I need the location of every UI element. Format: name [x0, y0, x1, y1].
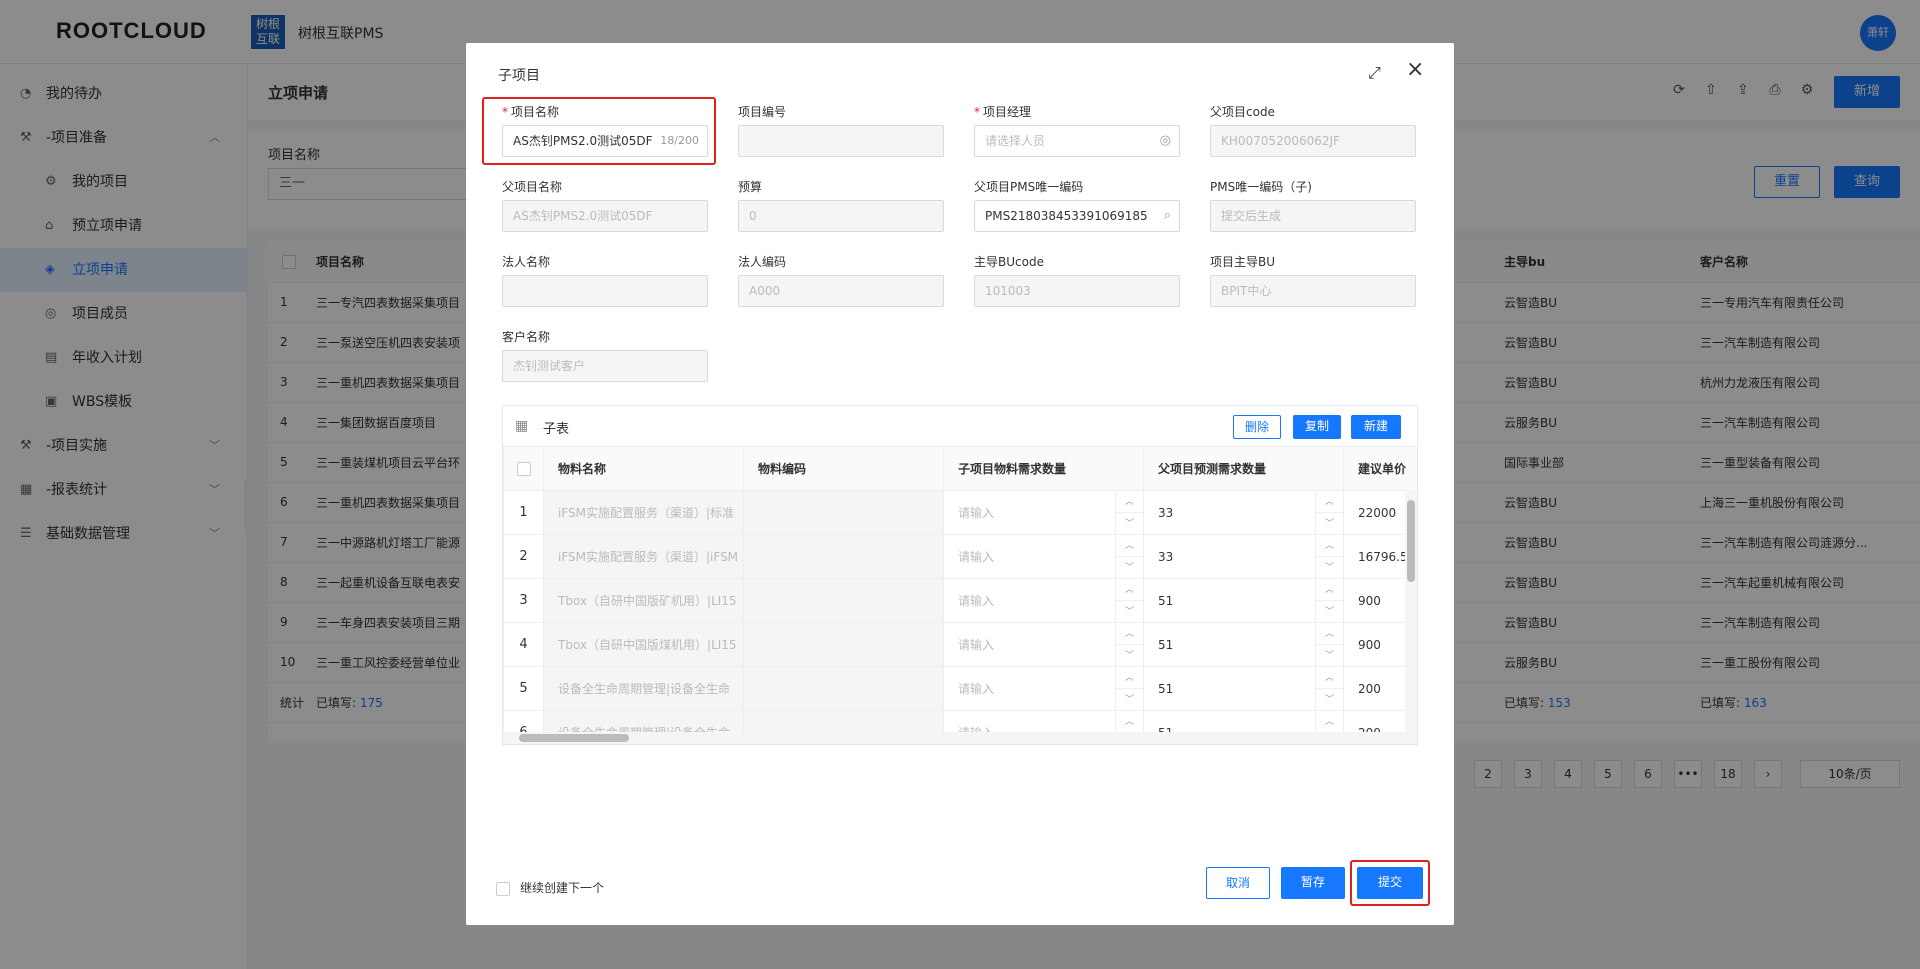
sub-table-row[interactable]: 6 设备全生命周期管理|设备全生命 请输入︿﹀ 51︿﹀ 200	[503, 710, 1417, 734]
sub-table-grid: 物料名称 物料编码 子项目物料需求数量 父项目预测需求数量 建议单价 1 iFS…	[503, 446, 1417, 734]
add-row-button[interactable]: 新建	[1351, 415, 1401, 439]
chevron-down-icon: ﹀	[1324, 519, 1334, 529]
stepper: ︿﹀	[1115, 491, 1143, 534]
highlight-submit	[1350, 860, 1430, 906]
continue-create-checkbox[interactable]: 继续创建下一个	[496, 879, 604, 896]
chevron-up-icon: ︿	[1316, 624, 1343, 645]
parent-code-input: KH007052006062JF	[1210, 125, 1416, 157]
budget-input: 0	[738, 200, 944, 232]
parent-qty-input[interactable]: 51︿﹀	[1143, 666, 1344, 711]
chevron-down-icon: ﹀	[1324, 651, 1334, 661]
table-icon: ▦	[515, 418, 529, 434]
sub-table-row[interactable]: 2 iFSM实施配置服务（渠道）|iFSM 请输入 ︿ ﹀ 33 ︿ ﹀ 16796.5	[503, 534, 1417, 579]
project-manager-select[interactable]: 请选择人员 ◎	[974, 125, 1180, 157]
stepper: ︿﹀	[1115, 711, 1143, 734]
sub-table-row[interactable]: 3 Tbox（自研中国版矿机用）|LI15 请输入 ︿ ﹀ 51 ︿ ﹀ 900	[503, 578, 1417, 623]
stepper: ︿﹀	[1315, 535, 1343, 578]
chevron-down-icon: ﹀	[1124, 695, 1134, 705]
col-parent-qty: 父项目预测需求数量	[1143, 446, 1344, 491]
stepper: ︿﹀	[1315, 667, 1343, 710]
project-no-input	[738, 125, 944, 157]
sub-table-row[interactable]: 5 设备全生命周期管理|设备全生命 请输入 ︿ ﹀ 51 ︿ ﹀ 200	[503, 666, 1417, 711]
stepper: ︿﹀	[1315, 711, 1343, 734]
parent-name-input: AS杰钊PMS2.0测试05DF	[502, 200, 708, 232]
qty-input[interactable]: 请输入︿﹀	[943, 666, 1144, 711]
cancel-button[interactable]: 取消	[1206, 867, 1270, 899]
col-sub-qty: 子项目物料需求数量	[943, 446, 1144, 491]
parent-qty-input[interactable]: 51︿﹀	[1143, 578, 1344, 623]
legal-name-input	[502, 275, 708, 307]
qty-input[interactable]: 请输入︿﹀	[943, 534, 1144, 579]
chevron-up-icon: ︿	[1316, 668, 1343, 689]
chevron-up-icon: ︿	[1316, 536, 1343, 557]
qty-input[interactable]: 请输入︿﹀	[943, 578, 1144, 623]
qty-input[interactable]: 请输入︿﹀	[943, 710, 1144, 734]
sub-project-modal: 子项目 ⤢ × * 项目名称 AS杰钊PMS2.0测试05DF 18/200 项目编…	[466, 43, 1454, 925]
delete-button[interactable]: 删除	[1233, 415, 1281, 439]
chevron-up-icon: ︿	[1116, 492, 1143, 513]
stepper: ︿﹀	[1315, 491, 1343, 534]
chevron-down-icon: ﹀	[1124, 607, 1134, 617]
qty-input[interactable]: 请输入︿﹀	[943, 622, 1144, 667]
vertical-scrollbar[interactable]	[1405, 490, 1417, 734]
parent-qty-input[interactable]: 51︿﹀	[1143, 622, 1344, 667]
copy-button[interactable]: 复制	[1293, 415, 1341, 439]
chevron-up-icon: ︿	[1316, 580, 1343, 601]
chevron-up-icon: ︿	[1116, 624, 1143, 645]
qty-input[interactable]: 请输入︿﹀	[943, 490, 1144, 535]
sub-table-title: 子表	[543, 422, 570, 437]
stepper: ︿﹀	[1315, 623, 1343, 666]
stepper: ︿﹀	[1115, 579, 1143, 622]
modal-title: 子项目	[498, 68, 540, 84]
save-draft-button[interactable]: 暂存	[1281, 867, 1345, 899]
search-icon: ⌕	[1163, 208, 1171, 223]
parent-qty-input[interactable]: 51︿﹀	[1143, 710, 1344, 734]
col-material-name: 物料名称	[543, 446, 744, 491]
sub-select-all-checkbox[interactable]	[516, 461, 531, 476]
horizontal-scrollbar[interactable]	[503, 732, 1417, 744]
stepper: ︿﹀	[1115, 667, 1143, 710]
customer-input: 杰钊测试客户	[502, 350, 708, 382]
legal-code-input: A000	[738, 275, 944, 307]
col-unit-price: 建议单价	[1343, 446, 1417, 491]
parent-qty-input[interactable]: 33 ︿ ﹀	[1143, 534, 1344, 579]
stepper: ︿﹀	[1115, 623, 1143, 666]
fullscreen-icon[interactable]: ⤢	[1368, 63, 1381, 83]
stepper: ︿﹀	[1115, 535, 1143, 578]
chevron-down-icon: ﹀	[1124, 519, 1134, 529]
chevron-down-icon: ﹀	[1324, 563, 1334, 573]
chevron-up-icon: ︿	[1116, 580, 1143, 601]
user-icon: ◎	[1159, 133, 1171, 148]
pms-code-input: 提交后生成	[1210, 200, 1416, 232]
bu-code-input: 101003	[974, 275, 1180, 307]
sub-table: ▦ 子表 删除 复制 新建 物料名称 物料编码 子项目物料需求数量 父项目预测需…	[502, 405, 1418, 745]
bu-input: BPIT中心	[1210, 275, 1416, 307]
close-icon[interactable]: ×	[1406, 57, 1424, 82]
chevron-up-icon: ︿	[1316, 712, 1343, 733]
sub-table-header: ▦ 子表 删除 复制 新建	[503, 406, 1417, 446]
chevron-up-icon: ︿	[1116, 712, 1143, 733]
chevron-up-icon: ︿	[1116, 668, 1143, 689]
chevron-down-icon: ﹀	[1124, 651, 1134, 661]
chevron-down-icon: ﹀	[1324, 607, 1334, 617]
chevron-down-icon: ﹀	[1124, 563, 1134, 573]
chevron-up-icon: ︿	[1116, 536, 1143, 557]
col-material-code: 物料编码	[743, 446, 944, 491]
chevron-down-icon: ﹀	[1324, 695, 1334, 705]
stepper: ︿﹀	[1315, 579, 1343, 622]
chevron-up-icon: ︿	[1316, 492, 1343, 513]
sub-table-row[interactable]: 4 Tbox（自研中国版煤机用）|LI15 请输入 ︿ ﹀ 51 ︿ ﹀ 900	[503, 622, 1417, 667]
highlight-project-name	[482, 97, 716, 165]
sub-table-row[interactable]: 1 iFSM实施配置服务（渠道）|标准 请输入 ︿ ﹀ 33 ︿ ﹀ 22000	[503, 490, 1417, 535]
parent-qty-input[interactable]: 33 ︿ ﹀	[1143, 490, 1344, 535]
parent-pms-code-input[interactable]: PMS218038453391069185 ⌕	[974, 200, 1180, 232]
